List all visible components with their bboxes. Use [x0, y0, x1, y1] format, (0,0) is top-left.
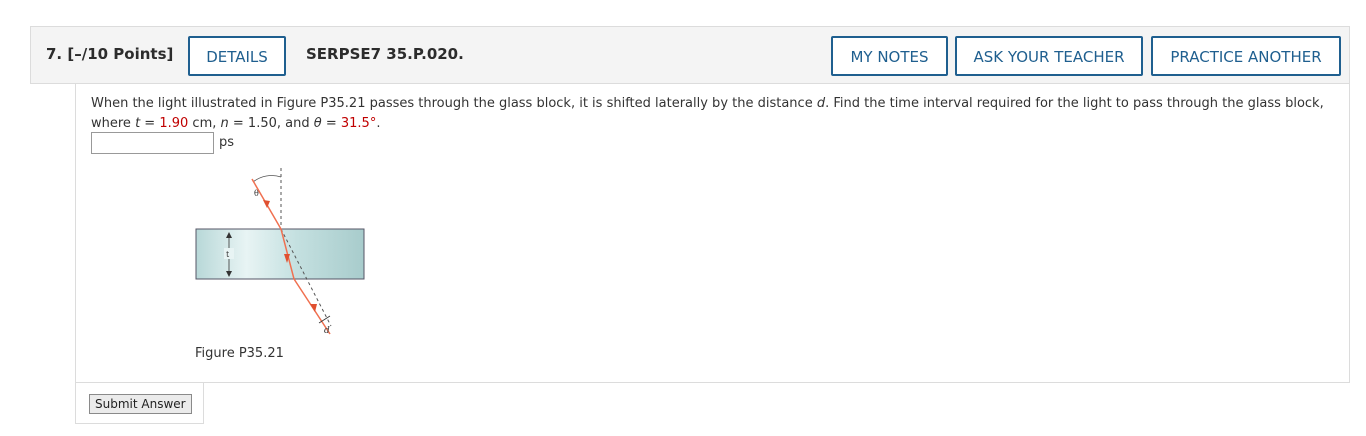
my-notes-button[interactable]: MY NOTES [831, 36, 948, 76]
answer-input[interactable] [91, 132, 214, 154]
answer-unit: ps [219, 135, 235, 150]
label-d: d [324, 326, 330, 336]
figure-p35-21: θ t d [195, 168, 365, 336]
details-button[interactable]: DETAILS [188, 36, 286, 76]
practice-another-button[interactable]: PRACTICE ANOTHER [1151, 36, 1341, 76]
figure-caption: Figure P35.21 [195, 346, 284, 361]
submit-area: Submit Answer [75, 383, 204, 424]
theta-arc [252, 175, 282, 183]
question-points: [–/10 Points] [67, 45, 174, 63]
t-value: 1.90 [159, 116, 189, 131]
question-number: 7. [–/10 Points] [46, 45, 174, 63]
ray-arrow-3 [310, 304, 317, 312]
submit-answer-button[interactable]: Submit Answer [89, 394, 192, 414]
question-header: 7. [–/10 Points] DETAILS SERPSE7 35.P.02… [30, 26, 1350, 84]
ask-your-teacher-button[interactable]: ASK YOUR TEACHER [955, 36, 1143, 76]
theta-value: 31.5° [340, 116, 377, 131]
question-code: SERPSE7 35.P.020. [306, 45, 464, 63]
glass-block [195, 228, 365, 280]
question-text: When the light illustrated in Figure P35… [91, 96, 1324, 131]
question-body: When the light illustrated in Figure P35… [75, 84, 1350, 383]
